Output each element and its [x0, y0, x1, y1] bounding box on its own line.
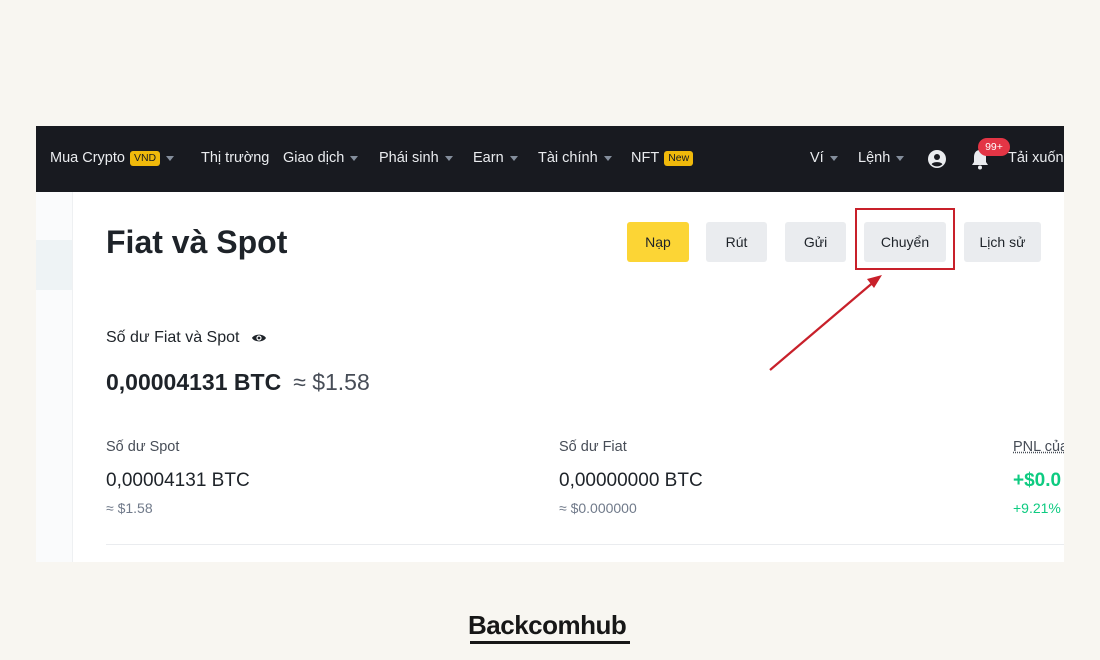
top-navbar: Mua Crypto VND Thị trường Giao dịch Phái… — [36, 126, 1064, 192]
nav-item-label: Phái sinh — [379, 150, 439, 166]
left-sidebar-edge — [36, 192, 73, 562]
fiat-balance-usd: ≈ $0.000000 — [559, 500, 637, 516]
backcomhub-logo: Backcomhub — [468, 610, 627, 640]
vnd-badge: VND — [129, 150, 161, 166]
balance-section-label: Số dư Fiat và Spot — [106, 329, 267, 347]
nav-item-thi-truong[interactable]: Thị trường — [201, 150, 269, 166]
chevron-down-icon — [829, 155, 838, 161]
total-balance-btc: 0,00004131 BTC — [106, 369, 282, 395]
nav-item-earn[interactable]: Earn — [473, 150, 518, 166]
nav-item-label: Tài chính — [538, 150, 598, 166]
nav-item-mua-crypto[interactable]: Mua Crypto VND — [50, 150, 175, 166]
fiat-balance-value: 0,00000000 BTC — [559, 470, 703, 491]
spot-balance-usd: ≈ $1.58 — [106, 500, 153, 516]
nav-item-label: Ví — [810, 150, 824, 166]
user-icon[interactable] — [928, 150, 946, 168]
chevron-down-icon — [603, 155, 612, 161]
transfer-highlight-box — [855, 208, 955, 270]
notification-badge: 99+ — [978, 138, 1010, 156]
nav-item-download[interactable]: Tải xuống — [1008, 150, 1064, 166]
nav-item-label: NFT — [631, 150, 660, 166]
history-button[interactable]: Lịch sử — [964, 222, 1041, 262]
deposit-button[interactable]: Nạp — [627, 222, 689, 262]
nav-item-giao-dich[interactable]: Giao dịch — [283, 150, 359, 166]
nav-item-tai-chinh[interactable]: Tài chính — [538, 150, 612, 166]
chevron-down-icon — [509, 155, 518, 161]
chevron-down-icon — [166, 155, 175, 161]
chevron-down-icon — [350, 155, 359, 161]
withdraw-button[interactable]: Rút — [706, 222, 767, 262]
eye-icon[interactable] — [251, 332, 267, 344]
section-divider — [106, 544, 1064, 545]
total-balance: 0,00004131 BTC ≈ $1.58 — [106, 369, 370, 396]
send-button[interactable]: Gửi — [785, 222, 846, 262]
chevron-down-icon — [444, 155, 453, 161]
spot-balance-value: 0,00004131 BTC — [106, 470, 250, 491]
pnl-value: +$0.0 — [1013, 470, 1062, 491]
fiat-balance-label: Số dư Fiat — [559, 439, 627, 455]
nav-item-label: Thị trường — [201, 150, 270, 166]
spot-balance-label: Số dư Spot — [106, 439, 180, 455]
nav-item-nft[interactable]: NFT New — [631, 150, 694, 166]
balance-label-text: Số dư Fiat và Spot — [106, 329, 240, 346]
sidebar-active-tint — [36, 240, 72, 290]
nav-item-phai-sinh[interactable]: Phái sinh — [379, 150, 453, 166]
page-title: Fiat và Spot — [106, 224, 288, 260]
app-screenshot: Mua Crypto VND Thị trường Giao dịch Phái… — [36, 126, 1064, 562]
new-badge: New — [664, 150, 694, 166]
nav-item-lenh[interactable]: Lệnh — [858, 150, 905, 166]
logo-underline — [470, 641, 630, 644]
pnl-label[interactable]: PNL của — [1013, 439, 1064, 455]
nav-item-label: Lệnh — [858, 150, 891, 166]
nav-item-label: Tải xuống — [1008, 150, 1064, 166]
nav-item-label: Earn — [473, 150, 504, 166]
nav-item-vi[interactable]: Ví — [810, 150, 838, 166]
chevron-down-icon — [896, 155, 905, 161]
nav-item-label: Mua Crypto — [50, 150, 125, 166]
nav-item-label: Giao dịch — [283, 150, 345, 166]
pnl-percent: +9.21% — [1013, 500, 1061, 516]
total-balance-usd: ≈ $1.58 — [293, 369, 370, 395]
